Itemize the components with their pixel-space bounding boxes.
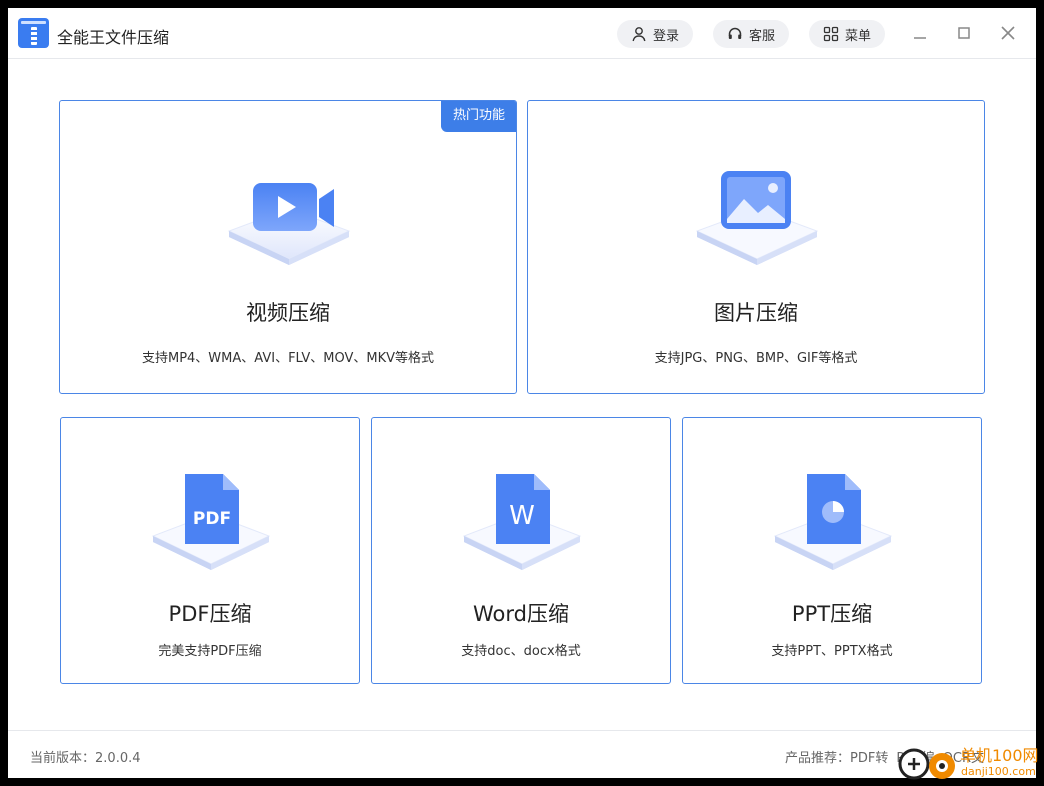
pdf-file-icon: PDF [151,474,271,570]
word-card-title: Word压缩 [473,602,569,626]
ppt-file-icon [773,474,893,570]
video-camera-icon [227,183,351,265]
customer-service-button[interactable]: 客服 [713,20,789,48]
app-title: 全能王文件压缩 [57,28,170,47]
version-label: 当前版本： [30,751,96,766]
ppt-card-title: PPT压缩 [791,602,873,626]
footer-bar: 当前版本：2.0.0.4 产品推荐：PDF转PDF编OCR文 [8,730,1036,778]
version-value: 2.0.0.4 [95,751,141,766]
watermark-url: danji100.com [961,765,1036,778]
image-compress-card[interactable]: 图片压缩 支持JPG、PNG、BMP、GIF等格式 [527,100,985,394]
title-bar: 全能王文件压缩 登录 客服 菜单 [8,8,1036,59]
word-file-icon: W [462,474,582,570]
maximize-icon[interactable] [953,22,975,44]
image-card-desc: 支持JPG、PNG、BMP、GIF等格式 [654,351,858,366]
word-card-desc: 支持doc、docx格式 [461,644,581,659]
video-card-desc: 支持MP4、WMA、AVI、FLV、MOV、MKV等格式 [141,351,434,366]
pdf-icon-text: PDF [193,509,231,529]
recommend-label: 产品推荐： [785,751,851,766]
word-compress-card[interactable]: W Word压缩 支持doc、docx格式 [371,417,671,684]
menu-label: 菜单 [844,28,871,44]
image-card-title: 图片压缩 [714,301,798,325]
video-card-title: 视频压缩 [246,301,330,325]
video-compress-card[interactable]: 热门功能 视频压缩 支持MP4、WMA、AVI、FLV、MOV、MKV等格式 [59,100,517,394]
menu-button[interactable]: 菜单 [809,20,885,48]
pdf-compress-card[interactable]: PDF PDF压缩 完美支持PDF压缩 [60,417,360,684]
minimize-icon[interactable] [909,22,931,44]
login-button[interactable]: 登录 [617,20,693,48]
pdf-card-desc: 完美支持PDF压缩 [158,644,262,659]
hot-feature-badge: 热门功能 [441,101,516,132]
app-window: 全能王文件压缩 登录 客服 菜单 热门功能 视频压缩 支持MP4、WMA、AVI… [8,8,1036,778]
ppt-card-desc: 支持PPT、PPTX格式 [771,644,893,659]
watermark-text: 单机100网 [960,746,1039,765]
user-icon [632,27,646,42]
picture-icon [695,171,819,265]
recommend-item-pdf-convert[interactable]: PDF转 [850,751,888,766]
app-logo-icon [18,18,49,48]
ppt-compress-card[interactable]: PPT压缩 支持PPT、PPTX格式 [682,417,982,684]
close-icon[interactable] [997,22,1019,44]
version-info: 当前版本：2.0.0.4 [30,747,141,766]
headset-icon [728,27,742,39]
word-icon-text: W [509,501,535,531]
grid-menu-icon [823,26,839,42]
login-label: 登录 [652,28,679,44]
pdf-card-title: PDF压缩 [168,602,252,626]
service-label: 客服 [748,28,775,44]
